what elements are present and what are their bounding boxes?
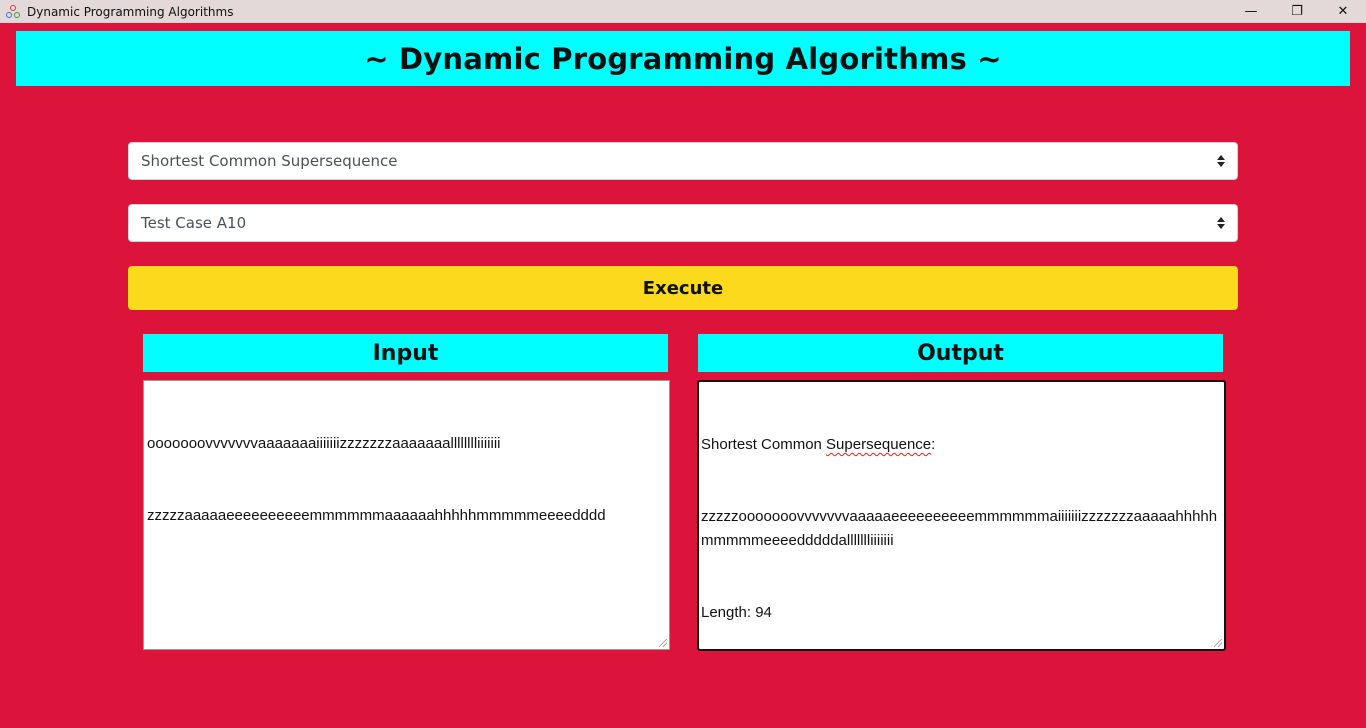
output-textarea[interactable]: Shortest Common Supersequence: zzzzzoooo… [697,380,1226,651]
testcase-select-value: Test Case A10 [141,214,247,232]
algorithm-select[interactable]: Shortest Common Supersequence [128,142,1238,180]
window-title: Dynamic Programming Algorithms [27,4,234,19]
algorithm-select-value: Shortest Common Supersequence [141,152,398,170]
restore-button[interactable]: ❐ [1274,0,1320,23]
input-line: ooooooovvvvvvvaaaaaaaiiiiiiizzzzzzzaaaaa… [147,435,501,452]
testcase-select[interactable]: Test Case A10 [128,204,1238,242]
window-titlebar: Dynamic Programming Algorithms — ❐ ✕ [0,0,1366,23]
output-length: Length: 94 [701,604,772,621]
close-window-button[interactable]: ✕ [1320,0,1366,23]
input-heading: Input [143,334,668,372]
output-heading: Output [698,334,1223,372]
minimize-button[interactable]: — [1228,0,1274,23]
input-line: zzzzzaaaaaeeeeeeeeeemmmmmmaaaaaahhhhhmmm… [147,507,606,524]
output-heading-label: Output [917,340,1004,366]
app-icon [6,4,20,19]
select-arrows-icon [1217,155,1225,167]
output-label-suffix: : [931,436,936,453]
output-result: zzzzzooooooovvvvvvvaaaaaeeeeeeeeeemmmmmm… [701,508,1218,549]
minimize-icon: — [1244,4,1258,19]
output-label-word: Supersequence [826,436,932,453]
output-label-prefix: Shortest Common [701,436,827,453]
select-arrows-icon [1217,217,1225,229]
window-controls: — ❐ ✕ [1228,0,1366,23]
resize-grip-icon[interactable] [659,639,667,647]
input-heading-label: Input [372,340,439,366]
close-icon: ✕ [1337,4,1349,19]
page-title: ~ Dynamic Programming Algorithms ~ [364,41,1002,76]
execute-button[interactable]: Execute [128,266,1238,310]
input-textarea[interactable]: ooooooovvvvvvvaaaaaaaiiiiiiizzzzzzzaaaaa… [143,380,670,650]
execute-button-label: Execute [642,277,724,299]
app-header: ~ Dynamic Programming Algorithms ~ [16,31,1350,86]
output-label-line: Shortest Common Supersequence: [701,433,1222,457]
resize-grip-icon[interactable] [1214,639,1222,647]
restore-icon: ❐ [1291,4,1303,19]
